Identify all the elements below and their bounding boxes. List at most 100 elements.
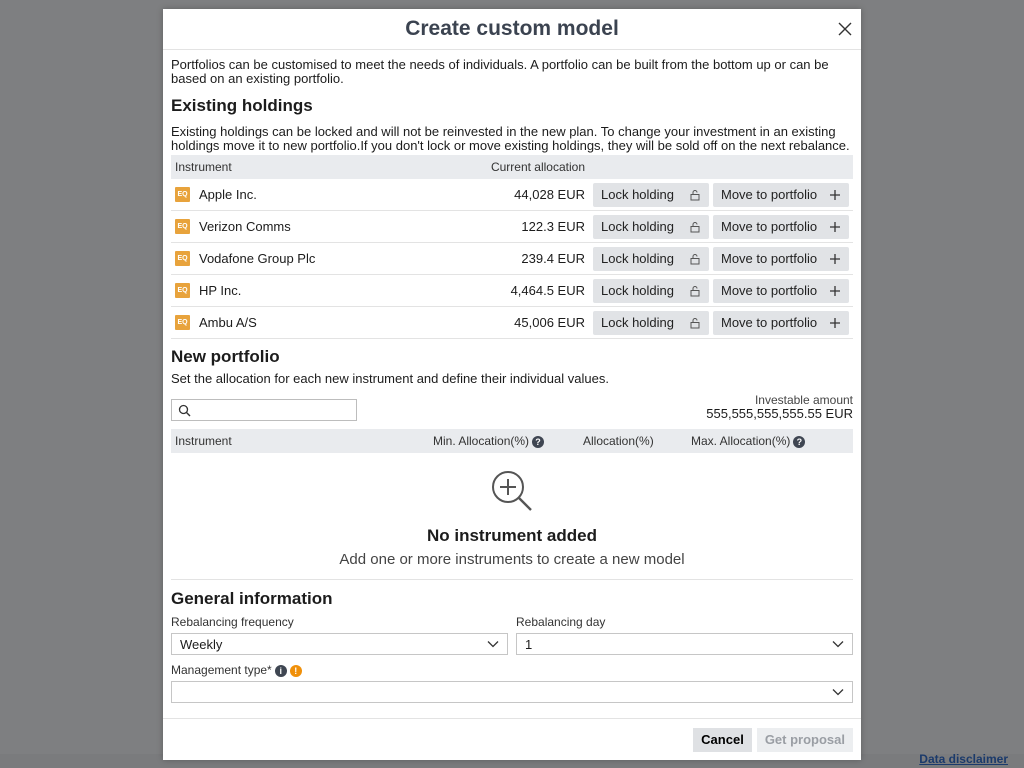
holding-amount: 44,028 EUR (514, 187, 585, 202)
dialog-title: Create custom model (405, 17, 619, 40)
lock-holding-label: Lock holding (601, 187, 674, 202)
unlock-icon (690, 189, 700, 200)
lock-holding-label: Lock holding (601, 251, 674, 266)
rebalancing-frequency-select[interactable]: Weekly (171, 633, 508, 655)
holding-name: Vodafone Group Plc (199, 251, 316, 266)
move-to-portfolio-label: Move to portfolio (721, 251, 818, 266)
help-icon[interactable]: ? (793, 435, 806, 448)
holdings-col-allocation: Current allocation (490, 160, 585, 174)
new-portfolio-heading: New portfolio (171, 347, 280, 366)
move-to-portfolio-button[interactable]: Move to portfolio (713, 310, 849, 335)
lock-holding-button[interactable]: Lock holding (593, 278, 709, 303)
dialog-body: Portfolios can be customised to meet the… (171, 50, 853, 718)
help-icon[interactable]: ? (532, 435, 545, 448)
info-icon[interactable]: i (274, 664, 287, 677)
cancel-button[interactable]: Cancel (693, 727, 752, 752)
empty-state-subtitle: Add one or more instruments to create a … (339, 551, 685, 568)
search-icon (178, 404, 191, 416)
search-input[interactable] (195, 402, 349, 418)
zoom-in-icon (492, 471, 532, 511)
holding-amount: 122.3 EUR (521, 219, 585, 234)
plus-icon (830, 285, 840, 296)
lock-holding-button[interactable]: Lock holding (593, 214, 709, 239)
chevron-down-icon (832, 641, 844, 648)
plus-icon (830, 189, 840, 200)
management-type-label-row: Management type* i! (171, 663, 853, 677)
new-col-max: Max. Allocation(%)? (691, 434, 806, 448)
unlock-icon (690, 285, 700, 296)
unlock-icon (690, 221, 700, 232)
lock-holding-button[interactable]: Lock holding (593, 310, 709, 335)
rebalancing-row: Rebalancing frequency Weekly Rebalancing… (171, 615, 853, 655)
existing-holdings-heading: Existing holdings (171, 96, 313, 115)
holdings-list: EQ Apple Inc. 44,028 EUR Lock holding Mo… (171, 179, 853, 339)
holding-name: Ambu A/S (199, 315, 257, 330)
new-col-min-label: Min. Allocation(%) (433, 434, 530, 448)
close-icon[interactable] (837, 21, 853, 37)
rebalancing-day-value: 1 (525, 636, 533, 652)
holding-name: HP Inc. (199, 283, 242, 298)
holding-amount: 45,006 EUR (514, 315, 585, 330)
equity-badge: EQ (175, 315, 190, 330)
plus-icon (830, 317, 840, 328)
holding-amount: 239.4 EUR (521, 251, 585, 266)
move-to-portfolio-button[interactable]: Move to portfolio (713, 182, 849, 207)
new-col-alloc: Allocation(%) (583, 434, 654, 448)
lock-holding-label: Lock holding (601, 219, 674, 234)
get-proposal-button[interactable]: Get proposal (756, 727, 853, 752)
investable-amount-label: Investable amount (754, 393, 853, 407)
general-info-heading: General information (171, 589, 333, 608)
holdings-table-header: Instrument Current allocation (171, 155, 853, 179)
table-row: EQ Ambu A/S 45,006 EUR Lock holding Move… (171, 307, 853, 339)
dialog-footer: Cancel Get proposal (163, 718, 861, 760)
new-portfolio-description: Set the allocation for each new instrume… (171, 371, 609, 386)
create-model-dialog: Create custom model Portfolios can be cu… (163, 9, 861, 760)
move-to-portfolio-label: Move to portfolio (721, 187, 818, 202)
table-row: EQ HP Inc. 4,464.5 EUR Lock holding Move… (171, 275, 853, 307)
rebalancing-frequency-group: Rebalancing frequency Weekly (171, 615, 508, 655)
warning-icon[interactable]: ! (289, 664, 302, 677)
investable-amount-value: 555,555,555,555.55 EUR (706, 406, 853, 421)
new-col-max-label: Max. Allocation(%) (691, 434, 791, 448)
holding-name: Apple Inc. (199, 187, 257, 202)
rebalancing-day-label: Rebalancing day (516, 615, 606, 629)
new-col-min: Min. Allocation(%)? (433, 434, 583, 448)
lock-holding-button[interactable]: Lock holding (593, 182, 709, 207)
new-portfolio-table-header: Instrument Min. Allocation(%)? Allocatio… (171, 429, 853, 453)
move-to-portfolio-label: Move to portfolio (721, 283, 818, 298)
data-disclaimer-link[interactable]: Data disclaimer (919, 752, 1008, 766)
equity-badge: EQ (175, 219, 190, 234)
investable-amount: Investable amount 555,555,555,555.55 EUR (706, 393, 853, 421)
move-to-portfolio-button[interactable]: Move to portfolio (713, 214, 849, 239)
lock-holding-label: Lock holding (601, 283, 674, 298)
plus-icon (830, 253, 840, 264)
holdings-col-instrument: Instrument (175, 160, 232, 174)
table-row: EQ Vodafone Group Plc 239.4 EUR Lock hol… (171, 243, 853, 275)
table-row: EQ Verizon Comms 122.3 EUR Lock holding … (171, 211, 853, 243)
plus-icon (830, 221, 840, 232)
equity-badge: EQ (175, 187, 190, 202)
existing-holdings-description: Existing holdings can be locked and will… (171, 124, 850, 153)
equity-badge: EQ (175, 283, 190, 298)
rebalancing-day-group: Rebalancing day 1 (516, 615, 853, 655)
management-type-label: Management type* (171, 663, 272, 677)
table-row: EQ Apple Inc. 44,028 EUR Lock holding Mo… (171, 179, 853, 211)
holding-amount: 4,464.5 EUR (510, 283, 585, 298)
dialog-header: Create custom model (163, 9, 861, 50)
empty-state: No instrument added Add one or more inst… (171, 453, 853, 580)
move-to-portfolio-button[interactable]: Move to portfolio (713, 278, 849, 303)
rebalancing-frequency-value: Weekly (180, 636, 223, 652)
management-type-group: Management type* i! (171, 663, 853, 703)
chevron-down-icon (832, 689, 844, 696)
rebalancing-frequency-label: Rebalancing frequency (171, 615, 294, 629)
management-type-select[interactable] (171, 681, 853, 703)
empty-state-title: No instrument added (426, 526, 597, 545)
rebalancing-day-select[interactable]: 1 (516, 633, 853, 655)
move-to-portfolio-label: Move to portfolio (721, 315, 818, 330)
unlock-icon (690, 253, 700, 264)
lock-holding-button[interactable]: Lock holding (593, 246, 709, 271)
move-to-portfolio-button[interactable]: Move to portfolio (713, 246, 849, 271)
search-field[interactable] (171, 399, 357, 421)
holding-name: Verizon Comms (199, 219, 291, 234)
unlock-icon (690, 317, 700, 328)
